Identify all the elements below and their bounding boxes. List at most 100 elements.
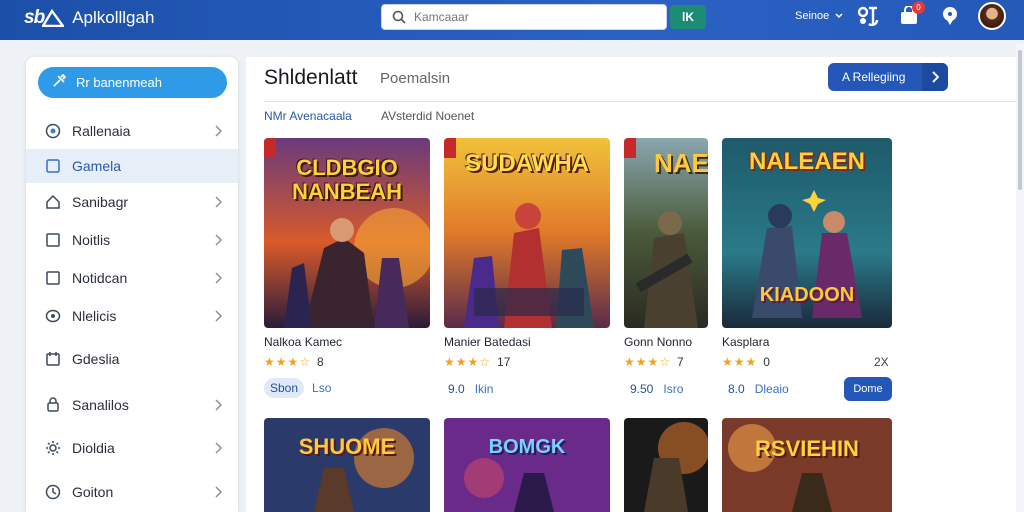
chevron-right-icon (214, 441, 223, 457)
shield-icon (45, 308, 61, 324)
price-label[interactable]: 9.0 (448, 382, 465, 396)
tab-recommended[interactable]: AVsterdid Noenet (381, 109, 474, 123)
sidebar-item-sanibagr[interactable]: Sanibagr (26, 185, 238, 219)
game-thumbnail[interactable] (624, 418, 708, 512)
game-art-title: CLDBGIO NANBEAH (292, 155, 402, 204)
chevron-right-icon (214, 195, 223, 211)
chat-icon[interactable] (941, 6, 959, 26)
game-rating: ★★★☆ 7 (624, 355, 684, 369)
price-row: 8.0 Dleaio (728, 382, 789, 396)
cta-button[interactable]: A Rellegiing (828, 63, 948, 91)
tools-icon (52, 73, 67, 91)
calendar-icon (45, 351, 61, 367)
price-row: 9.0 Ikin (448, 382, 493, 396)
square-icon (45, 232, 61, 248)
shield-icon (45, 123, 61, 139)
game-thumbnail[interactable]: SUDAWHA (444, 138, 610, 328)
game-art-title: NALEAEN (748, 148, 865, 175)
sidebar-item-label: Goiton (72, 484, 114, 500)
avatar[interactable] (978, 2, 1006, 30)
sidebar-item-label: Dioldia (72, 440, 115, 456)
page-subtitle: Poemalsin (380, 70, 451, 87)
page-title: Shldenlatt (264, 66, 358, 89)
game-thumbnail[interactable]: RSVIEHIN (722, 418, 892, 512)
price-row: Sbon Lso (264, 378, 331, 398)
game-thumbnail[interactable]: BOMGK (444, 418, 610, 512)
game-rating: ★★★ 0 (722, 355, 770, 369)
game-art-title: SUDAWHA (465, 150, 589, 177)
divider (264, 101, 1016, 102)
user-label[interactable]: Seinoe (795, 10, 829, 22)
search-button[interactable]: lK (670, 5, 706, 29)
price-row: 9.50 Isro (630, 382, 683, 396)
game-art-title: NAE (654, 148, 708, 178)
search-icon (392, 10, 406, 24)
game-thumbnail[interactable]: NAE (624, 138, 708, 328)
game-art-title: SHUOME (298, 434, 396, 459)
sidebar-item-label: Rallenaia (72, 123, 131, 139)
sidebar-item-gdeslia[interactable]: Gdeslia (26, 342, 238, 376)
rating-score: 17 (497, 355, 511, 369)
gamepad-icon[interactable] (857, 6, 879, 26)
sidebar-primary-label: Rr banenmeah (76, 75, 162, 90)
sidebar-item-sanalilos[interactable]: Sanalilos (26, 388, 238, 422)
chevron-right-icon (214, 485, 223, 501)
sidebar-item-noitlis[interactable]: Noitlis (26, 223, 238, 257)
sidebar-item-dioldia[interactable]: Dioldia (26, 431, 238, 465)
sidebar-item-goiton[interactable]: Goiton (26, 475, 238, 509)
sidebar-item-label: Gamela (72, 158, 122, 174)
settings-icon (45, 440, 61, 456)
chevron-right-icon (922, 63, 948, 91)
sidebar-item-label: Nlelicis (72, 308, 117, 324)
sidebar-item-nlelicis[interactable]: Nlelicis (26, 299, 238, 333)
search-input[interactable] (414, 10, 644, 24)
game-name[interactable]: Kasplara (722, 335, 769, 349)
notification-badge: 0 (912, 1, 925, 14)
search-bar[interactable] (381, 4, 667, 30)
sidebar-item-rallenaia[interactable]: Rallenaia (26, 114, 238, 148)
square-icon (45, 158, 61, 174)
scrollbar-thumb[interactable] (1018, 50, 1022, 190)
price-label[interactable]: 8.0 (728, 382, 745, 396)
sidebar-item-label: Notidcan (72, 270, 128, 286)
secondary-label: Lso (312, 381, 332, 395)
star-rating-icon: ★★★☆ (444, 355, 492, 369)
secondary-label: Ikin (474, 382, 494, 396)
sidebar-item-label: Gdeslia (72, 351, 120, 367)
sidebar-item-label: Noitlis (72, 232, 111, 248)
game-name[interactable]: Gonn Nonno (624, 335, 692, 349)
sidebar-item-notidcan[interactable]: Notidcan (26, 261, 238, 295)
game-art-subtitle: KIADOON (759, 284, 855, 306)
done-button[interactable]: Dome (844, 377, 892, 401)
app-logo[interactable]: sb Aplkolllgah (24, 7, 154, 29)
sidebar-item-gamela[interactable]: Gamela (26, 149, 238, 183)
sidebar-item-label: Sanibagr (72, 194, 129, 210)
sidebar-item-label: Sanalilos (72, 397, 129, 413)
chevron-right-icon (214, 271, 223, 287)
secondary-label: Dleaio (754, 382, 789, 396)
sidebar-primary-button[interactable]: Rr banenmeah (38, 67, 227, 98)
app-title: Aplkolllgah (72, 8, 155, 27)
lock-icon (45, 397, 61, 413)
game-name[interactable]: Nalkoa Kamec (264, 335, 342, 349)
rating-score: 7 (677, 355, 684, 369)
logo-mark: sb (24, 7, 45, 28)
star-rating-icon: ★★★ (722, 355, 758, 369)
price-pill[interactable]: Sbon (264, 378, 305, 398)
extra-label: 2X (874, 355, 889, 369)
game-name[interactable]: Manier Batedasi (444, 335, 531, 349)
sidebar: Rr banenmeah Rallenaia Gamela Sanibagr N… (26, 57, 238, 512)
game-thumbnail[interactable]: NALEAEN KIADOON (722, 138, 892, 328)
game-thumbnail[interactable]: SHUOME (264, 418, 430, 512)
chevron-down-icon (835, 13, 843, 19)
game-rating: ★★★☆ 8 (264, 355, 324, 369)
tab-new-arrivals[interactable]: NMr Avenacaala (264, 109, 352, 123)
price-label[interactable]: 9.50 (630, 382, 653, 396)
top-bar: sb Aplkolllgah lK Seinoe 0 (0, 0, 1024, 40)
chevron-right-icon (214, 233, 223, 249)
game-art-title: RSVIEHIN (755, 436, 859, 461)
game-thumbnail[interactable]: CLDBGIO NANBEAH (264, 138, 430, 328)
chevron-right-icon (214, 398, 223, 414)
logo-mountain-icon (42, 9, 65, 27)
clock-icon (45, 484, 61, 500)
